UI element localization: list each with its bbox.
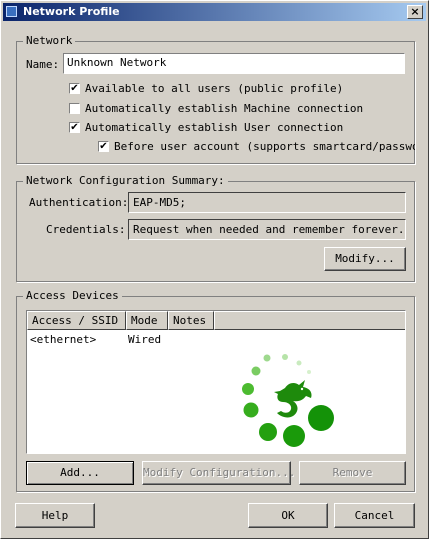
help-button[interactable]: Help	[15, 503, 95, 528]
authentication-label: Authentication:	[29, 196, 129, 209]
user-connection-label[interactable]: Automatically establish User connection	[85, 121, 343, 134]
access-devices-legend: Access Devices	[23, 289, 122, 302]
access-devices-list[interactable]: Access / SSID Mode Notes <ethernet> Wire…	[26, 310, 406, 454]
add-device-button[interactable]: Add...	[26, 461, 134, 485]
machine-connection-checkbox[interactable]	[69, 103, 80, 114]
check-icon: ✔	[70, 122, 79, 133]
credentials-label: Credentials:	[46, 223, 126, 236]
modify-configuration-button[interactable]: Modify Configuration...	[142, 461, 295, 485]
modify-summary-button[interactable]: Modify...	[324, 247, 406, 271]
before-logon-checkbox[interactable]: ✔	[98, 141, 109, 152]
column-header-ssid[interactable]: Access / SSID	[27, 311, 126, 330]
configuration-summary-legend: Network Configuration Summary:	[23, 174, 228, 187]
column-header-mode[interactable]: Mode	[126, 311, 168, 330]
user-connection-checkbox[interactable]: ✔	[69, 122, 80, 133]
column-header-notes[interactable]: Notes	[168, 311, 214, 330]
app-icon	[6, 6, 17, 17]
public-profile-checkbox[interactable]: ✔	[69, 83, 80, 94]
close-button[interactable]: ×	[407, 5, 423, 19]
cancel-button[interactable]: Cancel	[334, 503, 415, 528]
network-profile-window: Network Profile × Network Name: Unknown …	[0, 0, 429, 539]
authentication-value: EAP-MD5;	[128, 192, 406, 213]
list-item-mode: Wired	[128, 333, 162, 346]
check-icon: ✔	[99, 141, 108, 152]
name-field[interactable]: Unknown Network	[63, 53, 405, 74]
public-profile-label[interactable]: Available to all users (public profile)	[85, 82, 343, 95]
name-label: Name:	[26, 58, 60, 71]
window-title: Network Profile	[23, 5, 120, 18]
dragon-logo-icon	[242, 354, 334, 447]
remove-device-button[interactable]: Remove	[299, 461, 406, 485]
list-item-ssid: <ethernet>	[30, 333, 97, 346]
before-logon-label[interactable]: Before user account (supports smartcard/…	[114, 140, 415, 153]
machine-connection-label[interactable]: Automatically establish Machine connecti…	[85, 102, 363, 115]
ok-button[interactable]: OK	[248, 503, 328, 528]
title-bar[interactable]: Network Profile ×	[3, 3, 426, 21]
column-header-filler	[214, 311, 405, 330]
network-group-legend: Network	[23, 34, 76, 47]
check-icon: ✔	[70, 83, 79, 94]
credentials-value: Request when needed and remember forever…	[128, 219, 406, 240]
